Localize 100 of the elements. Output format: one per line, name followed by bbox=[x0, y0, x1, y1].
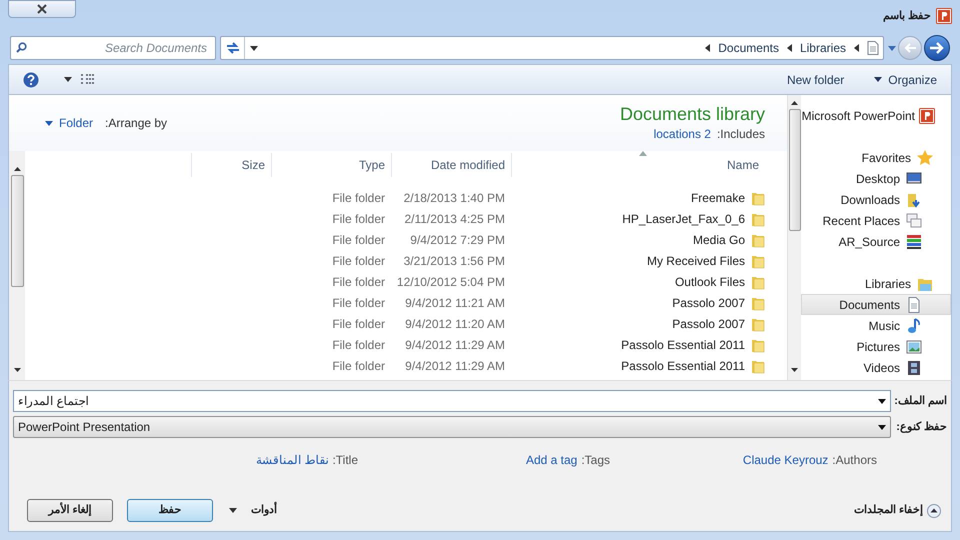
scroll-thumb[interactable] bbox=[10, 175, 24, 287]
cancel-button[interactable]: إلغاء الأمر bbox=[27, 499, 113, 522]
nav-item[interactable]: Music bbox=[801, 315, 951, 336]
date-modified: 9/4/2012 11:21 AM bbox=[405, 294, 505, 312]
nav-item[interactable]: Documents bbox=[801, 294, 951, 315]
file-type: File folder bbox=[332, 232, 385, 248]
save-button[interactable]: حفظ bbox=[127, 499, 213, 522]
date-modified: 9/4/2012 7:29 PM bbox=[410, 232, 505, 248]
window-title: حفظ باسم bbox=[882, 9, 931, 24]
locations-link[interactable]: locations 2 bbox=[654, 125, 711, 143]
arrange-by-label: :Arrange by bbox=[105, 115, 168, 132]
file-name[interactable]: Passolo Essential 2011 bbox=[621, 336, 745, 354]
nav-item[interactable]: Desktop bbox=[801, 168, 951, 189]
caret-icon bbox=[229, 508, 237, 513]
library-title: Documents library bbox=[620, 103, 765, 125]
new-folder-button[interactable]: New folder bbox=[786, 70, 844, 88]
document-icon bbox=[867, 41, 879, 55]
date-modified: 12/10/2012 5:04 PM bbox=[396, 274, 505, 290]
arrow-left-icon bbox=[854, 44, 859, 52]
collapse-up-icon bbox=[927, 504, 941, 518]
caret-icon bbox=[878, 424, 886, 430]
column-header[interactable]: Type bbox=[271, 153, 391, 177]
file-name[interactable]: Passolo Essential 2011 bbox=[621, 356, 745, 374]
folder-download-icon bbox=[906, 192, 922, 208]
includes-label: :Includes bbox=[716, 126, 765, 143]
scroll-thumb[interactable] bbox=[788, 109, 800, 231]
arrow-right-icon bbox=[930, 42, 944, 54]
file-type: File folder bbox=[332, 274, 385, 290]
caret-icon bbox=[874, 77, 882, 82]
close-icon bbox=[36, 4, 48, 14]
file-type: File folder bbox=[332, 210, 385, 228]
scroll-down-icon bbox=[791, 368, 798, 372]
file-type: File folder bbox=[332, 190, 385, 206]
date-modified: 9/4/2012 11:20 AM bbox=[405, 316, 505, 332]
refresh-icon bbox=[224, 41, 240, 55]
close-button[interactable] bbox=[8, 0, 76, 18]
date-modified: 9/4/2012 11:29 AM bbox=[405, 358, 505, 374]
nav-item[interactable]: Pictures bbox=[801, 336, 951, 357]
hide-folders-button[interactable]: إخفاء المجلدات bbox=[854, 502, 941, 519]
caret-icon bbox=[45, 120, 53, 126]
nav-group[interactable]: Favorites bbox=[862, 148, 911, 166]
nav-item[interactable]: Downloads bbox=[801, 189, 951, 210]
file-name[interactable]: Media Go bbox=[692, 230, 745, 248]
arrange-by-dropdown[interactable]: Folder bbox=[45, 114, 94, 132]
file-type: File folder bbox=[332, 252, 385, 270]
caret-icon bbox=[250, 46, 258, 50]
arrow-left-icon bbox=[705, 44, 710, 52]
column-header[interactable]: Size bbox=[191, 153, 271, 177]
book-stack-icon bbox=[906, 234, 922, 250]
arrow-left-icon bbox=[786, 44, 792, 52]
metadata-label: :Tags bbox=[581, 452, 610, 469]
file-name[interactable]: HP_LaserJet_Fax_0_6 bbox=[622, 210, 745, 228]
file-type-dropdown[interactable]: PowerPoint Presentation bbox=[13, 416, 891, 438]
column-header[interactable]: Date modified bbox=[391, 153, 511, 177]
nav-item[interactable]: Recent Places bbox=[801, 210, 951, 231]
recent-places-icon bbox=[906, 212, 922, 228]
metadata-label: :Title bbox=[332, 452, 358, 469]
tools-button[interactable]: أدوات bbox=[229, 502, 277, 519]
nav-group[interactable]: Libraries bbox=[864, 274, 911, 292]
file-name[interactable]: Passolo 2007 bbox=[672, 314, 745, 332]
film-strip-icon bbox=[906, 360, 922, 376]
scroll-up-icon bbox=[14, 167, 20, 171]
picture-icon bbox=[906, 338, 922, 354]
address-bar[interactable]: Documents Libraries bbox=[220, 36, 884, 60]
metadata-value[interactable]: Add a tag bbox=[526, 451, 578, 469]
search-field[interactable]: Search Documents bbox=[10, 36, 216, 60]
scroll-down-icon bbox=[14, 368, 20, 372]
history-caret-icon bbox=[888, 46, 896, 50]
forward-button[interactable] bbox=[924, 35, 950, 61]
column-header[interactable]: Name bbox=[511, 153, 765, 177]
field-label: اسم الملف: bbox=[895, 394, 947, 409]
nav-item[interactable]: Microsoft PowerPoint bbox=[802, 107, 915, 125]
file-name[interactable]: Outlook Files bbox=[674, 272, 745, 290]
star-icon bbox=[917, 150, 933, 166]
nav-item[interactable]: AR_Source bbox=[801, 231, 951, 252]
metadata-value[interactable]: Claude Keyrouz bbox=[742, 451, 828, 469]
date-modified: 2/18/2013 1:40 PM bbox=[404, 190, 505, 206]
organize-button[interactable]: Organize bbox=[874, 70, 937, 88]
file-type: File folder bbox=[332, 336, 385, 354]
metadata-value[interactable]: نقاط المناقشة bbox=[256, 451, 328, 469]
metadata-label: :Authors bbox=[832, 452, 877, 469]
file-name-field[interactable]: اجتماع المدراء bbox=[13, 390, 891, 412]
breadcrumb-item[interactable]: Documents bbox=[718, 39, 779, 57]
caret-icon bbox=[878, 398, 886, 404]
file-type: File folder bbox=[332, 294, 385, 312]
search-icon bbox=[16, 42, 27, 53]
date-modified: 2/11/2013 4:25 PM bbox=[404, 210, 505, 228]
music-note-icon bbox=[906, 318, 922, 334]
help-icon bbox=[23, 72, 39, 88]
file-name[interactable]: Passolo 2007 bbox=[672, 294, 745, 312]
file-name[interactable]: My Received Files bbox=[646, 252, 745, 270]
powerpoint-icon bbox=[919, 108, 935, 124]
breadcrumb-item[interactable]: Libraries bbox=[800, 39, 846, 57]
date-modified: 9/4/2012 11:29 AM bbox=[405, 336, 505, 354]
monitor-icon bbox=[906, 170, 922, 186]
field-label: حفظ كنوع: bbox=[895, 420, 947, 435]
file-type: File folder bbox=[332, 358, 385, 374]
nav-item[interactable]: Videos bbox=[801, 357, 951, 378]
file-name[interactable]: Freemake bbox=[690, 188, 745, 206]
arrow-left-icon bbox=[904, 43, 916, 53]
